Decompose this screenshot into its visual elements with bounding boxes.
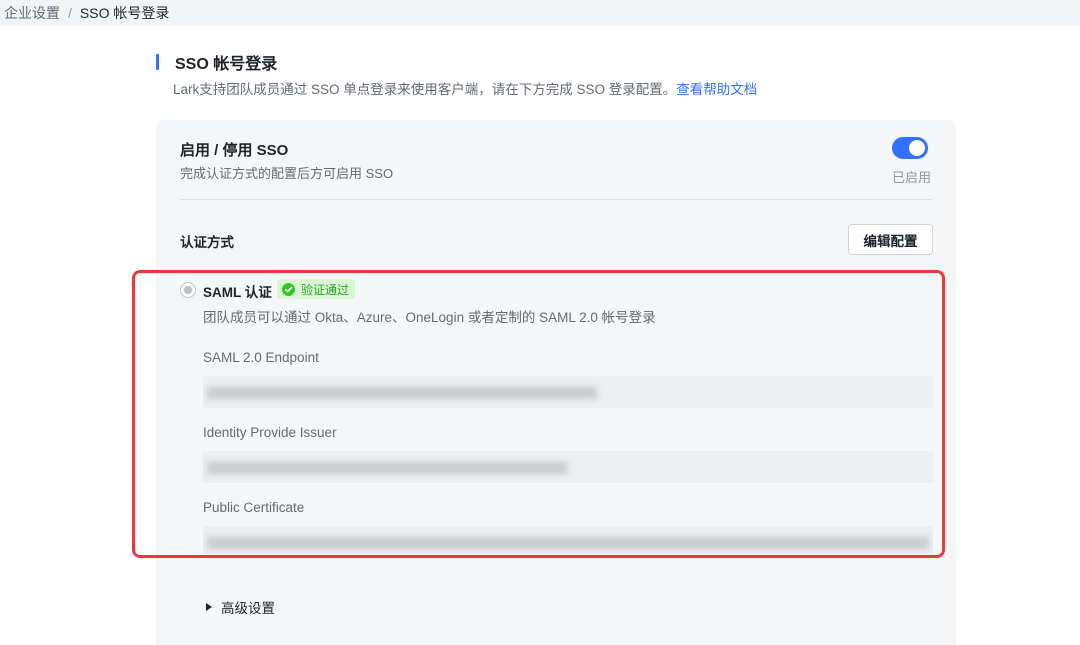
issuer-value [203, 451, 933, 483]
page-description: Lark支持团队成员通过 SSO 单点登录来使用客户端，请在下方完成 SSO 登… [173, 78, 757, 98]
certificate-value [203, 526, 933, 558]
saml-endpoint-label: SAML 2.0 Endpoint [203, 350, 319, 365]
sso-toggle-description: 完成认证方式的配置后方可启用 SSO [180, 166, 394, 181]
sso-switch-status: 已启用 [892, 170, 932, 185]
breadcrumb: 企业设置 / SSO 帐号登录 [0, 0, 1080, 26]
redacted-text [207, 537, 929, 549]
breadcrumb-parent[interactable]: 企业设置 [4, 5, 60, 21]
issuer-label: Identity Provide Issuer [203, 425, 337, 440]
check-circle-icon [282, 282, 295, 296]
page-title: SSO 帐号登录 [175, 56, 278, 73]
switch-knob [909, 140, 925, 156]
breadcrumb-current: SSO 帐号登录 [79, 5, 170, 21]
page-description-text: Lark支持团队成员通过 SSO 单点登录来使用客户端，请在下方完成 SSO 登… [173, 82, 677, 97]
help-doc-link[interactable]: 查看帮助文档 [676, 82, 757, 97]
redacted-text [207, 387, 597, 399]
page-header: SSO 帐号登录 Lark支持团队成员通过 SSO 单点登录来使用客户端，请在下… [156, 52, 757, 98]
certificate-label: Public Certificate [203, 500, 305, 515]
verified-badge-label: 验证通过 [301, 282, 350, 297]
sso-settings-card: 启用 / 停用 SSO 完成认证方式的配置后方可启用 SSO 已启用 认证方式 … [156, 120, 956, 645]
advanced-settings-toggle[interactable]: 高级设置 [206, 597, 275, 617]
sso-enable-switch[interactable] [892, 137, 928, 159]
breadcrumb-separator: / [68, 5, 72, 21]
edit-config-button[interactable]: 编辑配置 [848, 224, 933, 255]
saml-description: 团队成员可以通过 Okta、Azure、OneLogin 或者定制的 SAML … [203, 310, 656, 325]
advanced-settings-label: 高级设置 [221, 601, 275, 616]
divider [180, 199, 932, 200]
title-accent-bar [156, 54, 159, 70]
saml-radio[interactable] [180, 282, 196, 298]
caret-right-icon [206, 603, 212, 611]
auth-method-label: 认证方式 [180, 235, 234, 250]
radio-dot [184, 286, 192, 294]
redacted-text [207, 462, 567, 474]
verified-badge: 验证通过 [277, 279, 356, 299]
saml-title: SAML 认证 [203, 285, 272, 300]
saml-endpoint-value [203, 376, 933, 408]
sso-toggle-title: 启用 / 停用 SSO [180, 142, 289, 159]
